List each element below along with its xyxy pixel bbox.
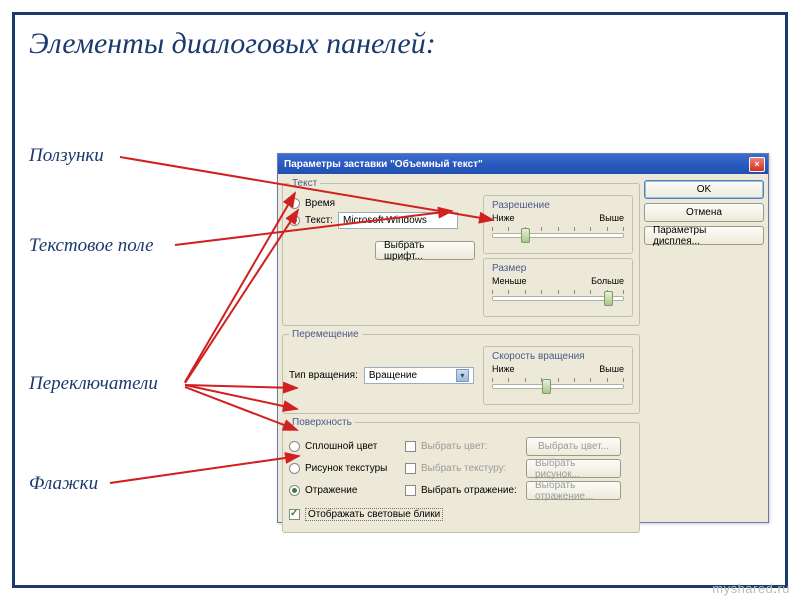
slide-frame: Элементы диалоговых панелей: Ползунки Те… — [12, 12, 788, 588]
radio-text-label: Текст: — [305, 215, 333, 226]
rotation-type-combo[interactable]: Вращение ▾ — [364, 367, 474, 384]
cancel-button[interactable]: Отмена — [644, 203, 764, 222]
dialog-titlebar[interactable]: Параметры заставки "Объемный текст" × — [278, 154, 768, 174]
group-surface: Поверхность Сплошной цвет Выбрать цвет: … — [282, 417, 640, 533]
checkbox-highlights[interactable] — [289, 509, 300, 520]
radio-reflection[interactable] — [289, 485, 300, 496]
slider-speed: Скорость вращения Ниже Выше — [483, 346, 633, 405]
text-input[interactable]: Microsoft Windows — [338, 212, 458, 229]
radio-solid-color[interactable] — [289, 441, 300, 452]
checkbox-choose-texture[interactable] — [405, 463, 416, 474]
slide-title: Элементы диалоговых панелей: — [15, 15, 785, 61]
radio-text[interactable] — [289, 215, 300, 226]
choose-reflection-button[interactable]: Выбрать отражение... — [526, 481, 621, 500]
choose-font-button[interactable]: Выбрать шрифт... — [375, 241, 475, 260]
group-movement: Перемещение Тип вращения: Вращение ▾ Ско… — [282, 329, 640, 414]
ok-button[interactable]: OK — [644, 180, 764, 199]
display-params-button[interactable]: Параметры дисплея... — [644, 226, 764, 245]
group-surface-legend: Поверхность — [289, 417, 355, 428]
close-icon[interactable]: × — [749, 157, 765, 172]
label-textfield: Текстовое поле — [29, 235, 154, 257]
group-movement-legend: Перемещение — [289, 329, 362, 340]
slider-resolution: Разрешение Ниже Выше — [483, 195, 633, 254]
settings-dialog: Параметры заставки "Объемный текст" × Те… — [277, 153, 769, 523]
checkbox-choose-reflection[interactable] — [405, 485, 416, 496]
dialog-title: Параметры заставки "Объемный текст" — [284, 159, 483, 170]
chevron-down-icon[interactable]: ▾ — [456, 369, 469, 382]
size-slider[interactable] — [492, 288, 624, 306]
checkbox-choose-color[interactable] — [405, 441, 416, 452]
choose-texture-button[interactable]: Выбрать рисунок... — [526, 459, 621, 478]
watermark: myshared.ru — [712, 581, 790, 596]
group-text: Текст Время Текст: Microsoft W — [282, 178, 640, 326]
label-sliders: Ползунки — [29, 145, 104, 167]
label-checkboxes: Флажки — [29, 473, 98, 495]
resolution-slider[interactable] — [492, 225, 624, 243]
radio-time[interactable] — [289, 198, 300, 209]
choose-color-button[interactable]: Выбрать цвет... — [526, 437, 621, 456]
slider-size: Размер Меньше Больше — [483, 258, 633, 317]
group-text-legend: Текст — [289, 178, 320, 189]
label-radios: Переключатели — [29, 373, 158, 395]
radio-time-label: Время — [305, 198, 335, 209]
speed-slider[interactable] — [492, 376, 624, 394]
checkbox-highlights-label: Отображать световые блики — [305, 508, 443, 521]
radio-texture[interactable] — [289, 463, 300, 474]
rotation-type-label: Тип вращения: — [289, 370, 358, 381]
